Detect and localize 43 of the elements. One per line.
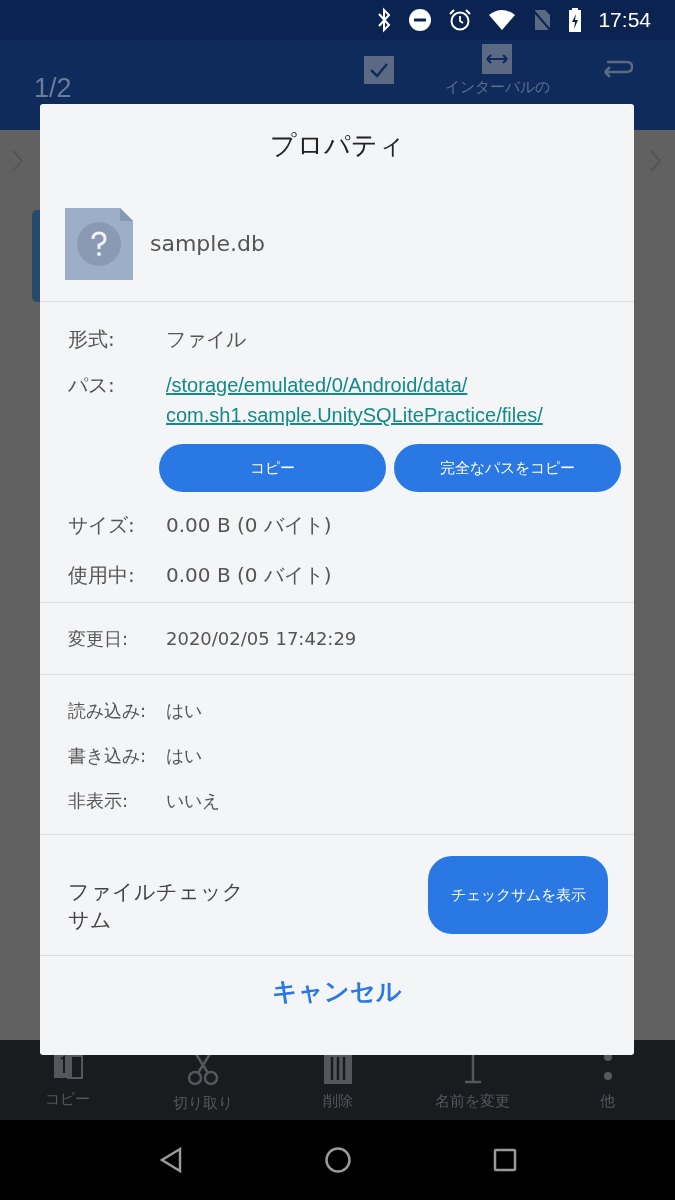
field-value: 0.00 B (0 バイト) — [166, 512, 332, 539]
path-link[interactable]: /storage/emulated/0/Android/data/com.sh1.sample.UnitySQLitePractice/files/ — [166, 370, 586, 430]
field-value: はい — [166, 699, 202, 723]
field-label: 使用中: — [68, 562, 136, 589]
copy-button[interactable]: 完全なパスをコピー — [394, 444, 621, 492]
field-value: 2020/02/05 17:42:29 — [166, 627, 357, 651]
do-not-disturb-icon — [408, 8, 433, 32]
field-label: 書き込み: — [68, 744, 148, 768]
field-label: 非表示: — [68, 789, 130, 813]
field-label: サイズ: — [68, 512, 136, 539]
wifi-icon — [488, 9, 517, 31]
field-label: 読み込み: — [68, 699, 148, 723]
page-counter: 1/2 — [34, 72, 72, 105]
no-sim-icon — [532, 8, 553, 32]
cancel-button[interactable]: キャンセル — [40, 956, 634, 1028]
resize-horizontal-icon[interactable] — [481, 44, 513, 74]
toolbar-label[interactable]: 切り取り — [172, 1092, 233, 1115]
toolbar-label[interactable]: 他 — [600, 1090, 615, 1113]
back-icon[interactable] — [157, 1146, 184, 1174]
action-label[interactable]: インターバルの — [444, 76, 550, 99]
field-label: 形式: — [68, 326, 116, 353]
recents-icon[interactable] — [491, 1147, 518, 1173]
unknown-file-icon — [64, 206, 134, 281]
battery-icon — [568, 7, 583, 33]
alarm-icon — [448, 8, 473, 32]
bluetooth-icon — [376, 7, 393, 33]
field-label: パス: — [68, 372, 116, 399]
toolbar-label[interactable]: 削除 — [322, 1090, 353, 1113]
dialog-title: プロパティ — [268, 129, 406, 162]
clock-time: 17:54 — [598, 7, 651, 34]
scissors-icon[interactable] — [185, 1052, 220, 1086]
toolbar-label[interactable]: 名前を変更 — [435, 1090, 510, 1113]
file-name: sample.db — [150, 230, 265, 258]
field-value: ファイル — [166, 326, 246, 353]
show-checksum-button[interactable]: チェックサムを表示 — [428, 856, 608, 934]
checksum-label: ファイルチェックサム — [68, 879, 245, 934]
toolbar-label[interactable]: コピー — [45, 1088, 90, 1111]
copy-button[interactable]: コピー — [159, 444, 386, 492]
field-value: いいえ — [166, 789, 220, 813]
home-icon[interactable] — [323, 1146, 352, 1174]
field-value: はい — [166, 744, 202, 768]
field-label: 変更日: — [68, 627, 130, 651]
field-value: 0.00 B (0 バイト) — [166, 562, 332, 589]
